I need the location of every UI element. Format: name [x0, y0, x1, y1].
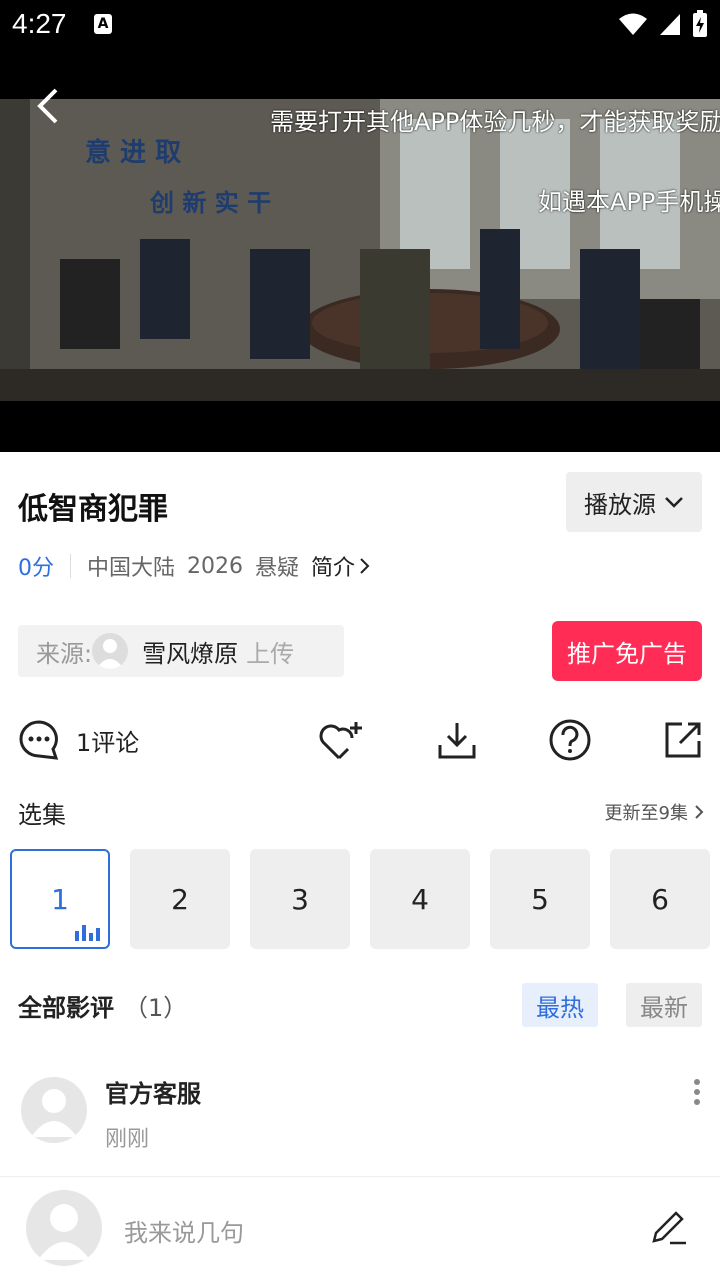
episode-number: 5 [531, 882, 549, 916]
share-icon [665, 722, 701, 758]
svg-text:意 进 取: 意 进 取 [85, 137, 181, 168]
episode-number: 4 [411, 882, 429, 916]
chevron-down-icon [665, 497, 683, 508]
help-icon [549, 719, 591, 761]
movie-meta: 0分 中国大陆 2026 悬疑 简介 [18, 551, 371, 581]
episode-number: 6 [651, 882, 669, 916]
movie-title: 低智商犯罪 [18, 492, 168, 527]
episode-number: 3 [291, 882, 309, 916]
video-marquee-2: 如遇本APP手机操作 [538, 188, 720, 216]
reviews-title-text: 全部影评 [18, 994, 114, 1022]
uploader-label: 来源: [36, 639, 93, 668]
episodes-update-link[interactable]: 更新至9集 [605, 799, 704, 825]
episodes-title: 选集 [18, 801, 66, 829]
signal-icon [660, 14, 680, 35]
download-icon [438, 723, 476, 759]
episodes-update-text: 更新至9集 [604, 803, 688, 824]
episode-item-5[interactable]: 5 [490, 849, 590, 949]
chevron-right-icon [360, 558, 370, 574]
review-avatar[interactable] [21, 1077, 87, 1143]
reviews-count: （1） [124, 994, 188, 1022]
svg-text:创 新 实 干: 创 新 实 干 [149, 189, 271, 217]
status-bar: 4:27 A [0, 0, 720, 52]
intro-link[interactable]: 简介 [311, 550, 371, 582]
video-player[interactable]: 意 进 取 创 新 实 干 需要打开其他APP体验几秒，才能获取奖励 如遇本AP… [0, 52, 720, 452]
sort-hot-tab[interactable]: 最热 [522, 983, 598, 1027]
episode-item-3[interactable]: 3 [250, 849, 350, 949]
video-marquee-1: 需要打开其他APP体验几秒，才能获取奖励 [270, 108, 720, 136]
user-icon [38, 1204, 90, 1260]
favorite-button[interactable] [318, 718, 364, 762]
play-source-label: 播放源 [584, 490, 656, 519]
movie-score: 0分 [18, 556, 54, 581]
comment-composer: 我来说几句 [0, 1176, 720, 1281]
play-source-button[interactable]: 播放源 [566, 472, 702, 532]
review-time: 刚刚 [105, 1127, 150, 1152]
status-time: 4:27 [12, 8, 67, 39]
review-author[interactable]: 官方客服 [105, 1074, 201, 1109]
episode-item-2[interactable]: 2 [130, 849, 230, 949]
episode-item-6[interactable]: 6 [610, 849, 710, 949]
episode-number: 1 [51, 882, 69, 916]
episode-item-1[interactable]: 1 [10, 849, 110, 949]
playing-indicator-icon [75, 925, 100, 941]
uploader-info[interactable]: 来源: 雪风燎原 上传 [18, 625, 344, 677]
comment-count: 1评论 [76, 728, 140, 757]
back-arrow-icon[interactable] [32, 86, 72, 126]
comment-input[interactable]: 我来说几句 [124, 1213, 244, 1248]
status-icons [618, 10, 708, 38]
video-frame: 意 进 取 创 新 实 干 [0, 99, 720, 401]
my-avatar [26, 1190, 102, 1266]
uploader-avatar [92, 633, 129, 669]
help-button[interactable] [548, 718, 592, 762]
movie-year: 2026 [187, 553, 244, 579]
episode-item-4[interactable]: 4 [370, 849, 470, 949]
sort-new-tab[interactable]: 最新 [626, 983, 702, 1027]
more-vertical-icon[interactable] [690, 1078, 704, 1108]
share-button[interactable] [662, 718, 704, 762]
edit-icon[interactable] [648, 1207, 688, 1247]
movie-region: 中国大陆 [87, 556, 176, 581]
uploader-name: 雪风燎原 [142, 639, 239, 668]
reviews-title: 全部影评 （1） [18, 988, 187, 1023]
user-icon [96, 639, 125, 669]
heart-add-icon [319, 722, 362, 760]
wifi-icon [619, 13, 647, 35]
user-icon [31, 1089, 77, 1137]
episode-list: 1 2 3 4 5 6 [10, 849, 710, 949]
episode-number: 2 [171, 882, 189, 916]
comment-icon [19, 720, 59, 760]
promo-ad-free-button[interactable]: 推广免广告 [552, 621, 702, 681]
movie-genre: 悬疑 [255, 556, 300, 581]
download-button[interactable] [436, 718, 478, 762]
meta-divider [70, 554, 71, 578]
uploader-action: 上传 [246, 639, 295, 668]
notification-icon: A [94, 14, 112, 34]
video-scene: 意 进 取 创 新 实 干 [0, 99, 720, 401]
comment-action[interactable]: 1评论 [18, 718, 139, 762]
chevron-right-icon [695, 805, 704, 819]
intro-label: 简介 [311, 556, 356, 581]
battery-icon [693, 10, 707, 37]
